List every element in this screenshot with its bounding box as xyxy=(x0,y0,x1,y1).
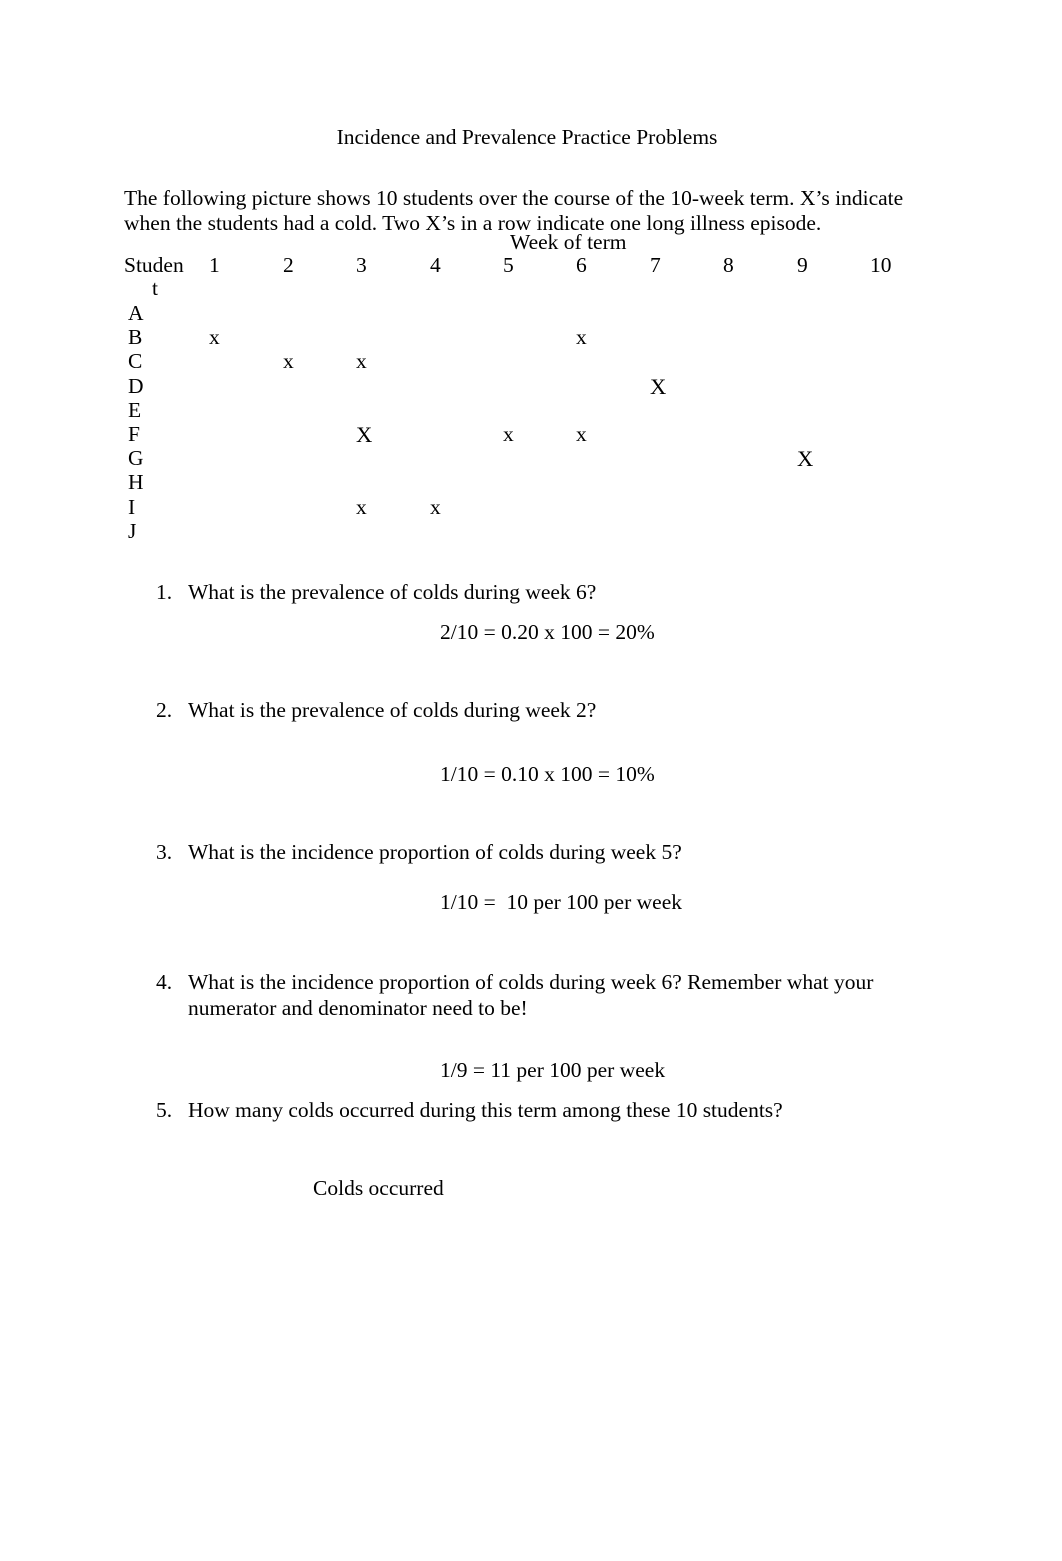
week-column-header-2: 2 xyxy=(283,253,294,277)
question-text: What is the prevalence of colds during w… xyxy=(188,580,597,604)
grid-body: ABxxCxxDXEFXxxGXHIxxJ xyxy=(124,302,924,544)
student-row-label: G xyxy=(128,446,144,471)
question-number: 1. xyxy=(156,580,173,604)
question-answer: 1/10 = 0.10 x 100 = 10% xyxy=(440,762,655,786)
illness-mark: x xyxy=(356,494,367,519)
student-row-label: H xyxy=(128,470,144,495)
week-column-header-8: 8 xyxy=(723,253,734,277)
student-column-header: Studen t xyxy=(124,254,186,300)
question-text: How many colds occurred during this term… xyxy=(188,1098,783,1122)
week-column-header-7: 7 xyxy=(650,253,661,277)
illness-mark: X xyxy=(650,373,667,399)
question-answer: Colds occurred xyxy=(313,1176,444,1200)
table-row: Cx x xyxy=(124,350,924,374)
question-number: 2. xyxy=(156,698,173,722)
question-answer: 1/10 = 10 per 100 per week xyxy=(440,890,682,914)
week-column-header-5: 5 xyxy=(503,253,514,277)
illness-mark: x xyxy=(356,349,367,374)
illness-mark: x xyxy=(209,325,220,350)
week-column-header-1: 1 xyxy=(209,253,220,277)
table-row: F Xx x xyxy=(124,421,924,447)
question-number: 4. xyxy=(156,970,173,994)
intro-paragraph: The following picture shows 10 students … xyxy=(124,185,904,236)
question-text: What is the incidence proportion of cold… xyxy=(188,840,682,864)
student-row-label: D xyxy=(128,373,144,398)
document-page: Incidence and Prevalence Practice Proble… xyxy=(0,0,1062,1561)
table-row: A xyxy=(124,302,924,326)
student-row-label: A xyxy=(128,301,144,325)
illness-mark: x xyxy=(430,494,441,519)
question-number: 3. xyxy=(156,840,173,864)
student-header-line2: t xyxy=(152,276,158,300)
illness-mark: x xyxy=(283,349,294,374)
week-column-header-6: 6 xyxy=(576,253,587,277)
question-text: What is the prevalence of colds during w… xyxy=(188,698,597,722)
question-answer: 2/10 = 0.20 x 100 = 20% xyxy=(440,620,655,644)
week-of-term-label: Week of term xyxy=(510,230,627,254)
table-row: E xyxy=(124,397,924,423)
week-column-header-9: 9 xyxy=(797,253,808,277)
week-column-header-10: 10 xyxy=(870,253,892,277)
question-answer: 1/9 = 11 per 100 per week xyxy=(440,1058,666,1082)
table-row: DX xyxy=(124,373,924,399)
illness-mark: X xyxy=(356,421,373,447)
student-row-label: F xyxy=(128,421,140,446)
table-row: Bx x xyxy=(124,326,924,350)
student-row-label: E xyxy=(128,397,142,422)
student-row-label: B xyxy=(128,325,143,350)
page-title: Incidence and Prevalence Practice Proble… xyxy=(336,125,718,149)
illness-grid: Week of term Studen t 1 2 3 4 5 6 7 8 9 10 ABxxCx… xyxy=(124,230,924,550)
illness-mark: x xyxy=(576,325,587,350)
table-row: H xyxy=(124,471,924,495)
week-column-header-4: 4 xyxy=(430,253,441,277)
student-row-label: C xyxy=(128,349,143,374)
table-row: J xyxy=(124,518,924,544)
student-row-label: I xyxy=(128,494,136,519)
week-column-header-3: 3 xyxy=(356,253,367,277)
table-row: GX xyxy=(124,447,924,471)
illness-mark: x xyxy=(503,421,514,446)
question-text: What is the incidence proportion of cold… xyxy=(188,970,874,1020)
table-row: Ix x xyxy=(124,494,924,520)
student-header-line1: Studen xyxy=(124,253,184,277)
illness-mark: X xyxy=(797,446,814,472)
student-row-label: J xyxy=(128,518,137,543)
illness-mark: x xyxy=(576,421,587,446)
question-number: 5. xyxy=(156,1098,173,1122)
grid-header-row: Studen t 1 2 3 4 5 6 7 8 9 10 xyxy=(124,254,924,300)
